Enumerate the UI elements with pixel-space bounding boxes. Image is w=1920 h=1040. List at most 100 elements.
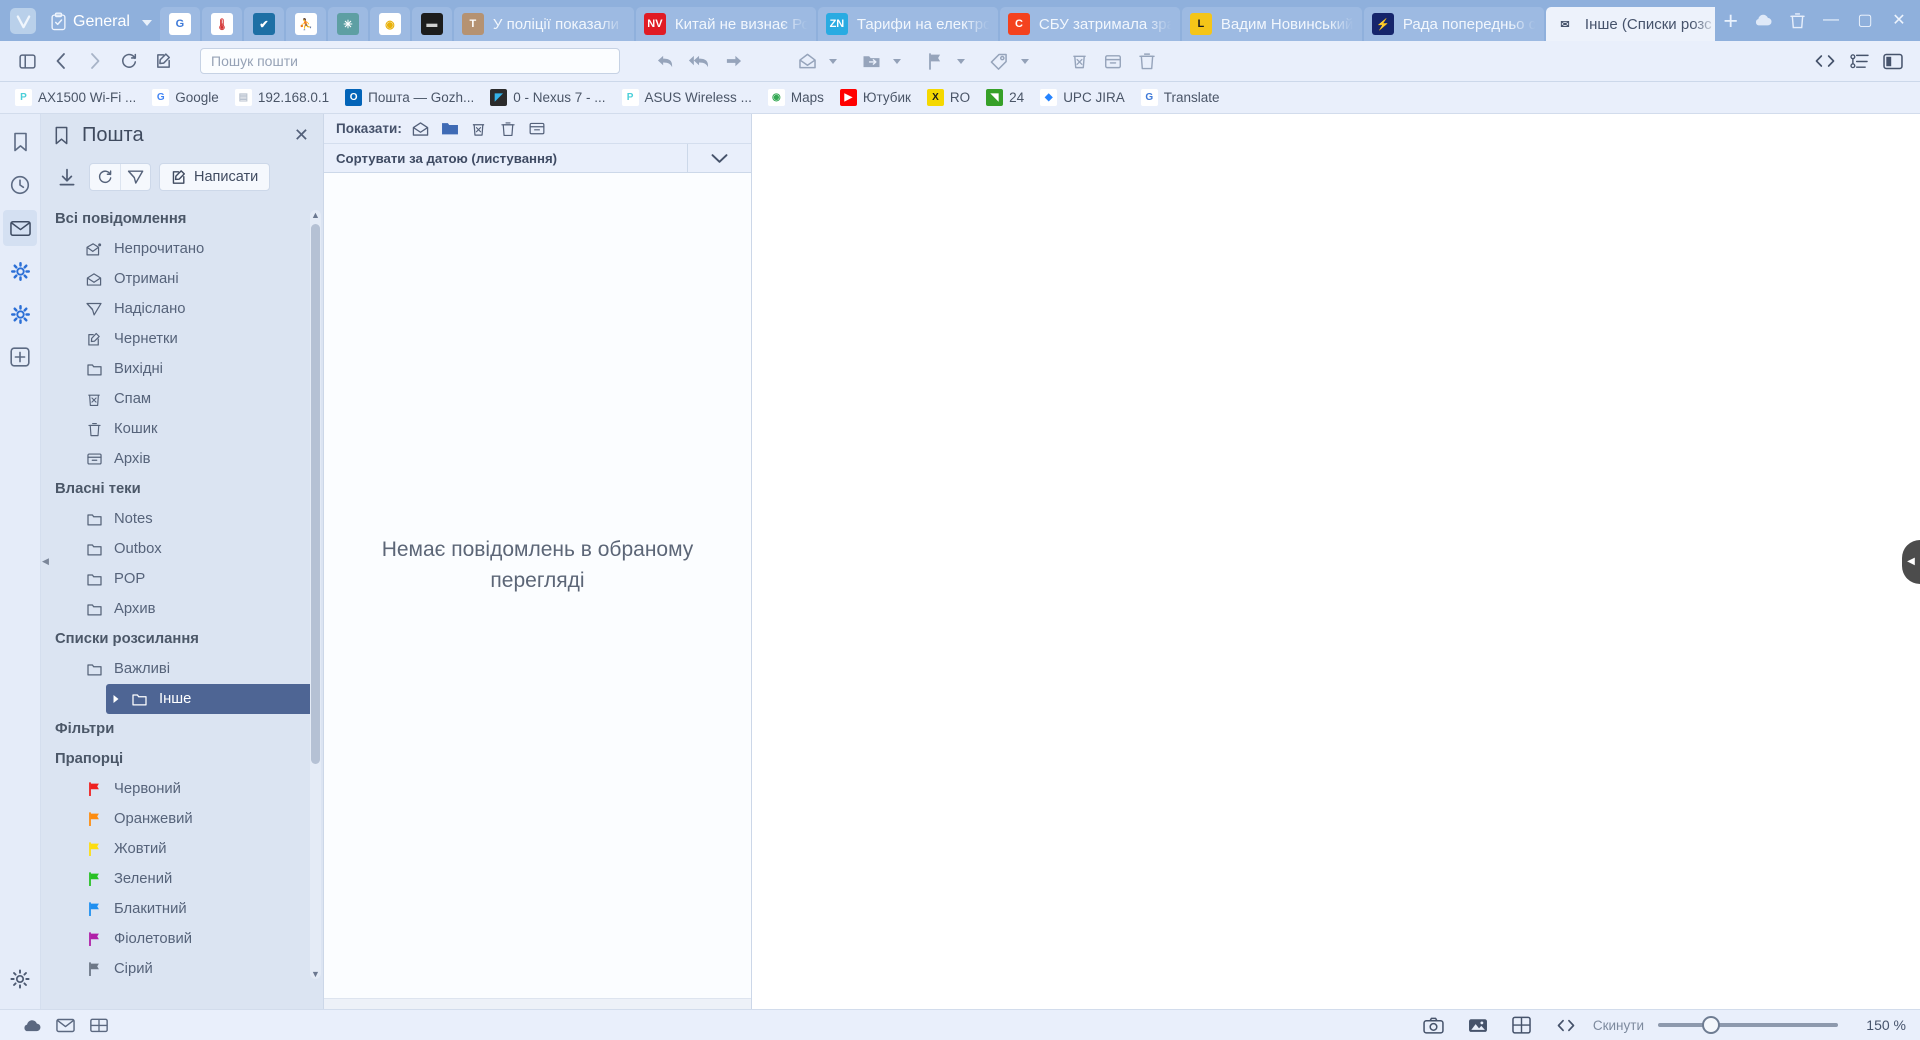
tiles-icon[interactable] — [82, 1012, 116, 1038]
forward-message-icon[interactable] — [716, 46, 750, 76]
vivaldi-logo[interactable] — [10, 8, 36, 34]
chevron-down-icon[interactable] — [687, 144, 751, 172]
image-icon[interactable] — [1461, 1012, 1495, 1038]
tile-grid-icon[interactable] — [1505, 1012, 1539, 1038]
folder-item-зелений[interactable]: Зелений — [41, 864, 318, 894]
bookmark-icon[interactable] — [53, 126, 70, 145]
spam-filter-icon[interactable] — [469, 121, 489, 137]
folder-filter-icon[interactable] — [440, 121, 460, 136]
maximize-button[interactable]: ▢ — [1848, 7, 1882, 33]
expand-triangle-icon[interactable] — [106, 694, 126, 704]
panel-toggle-icon[interactable] — [10, 46, 44, 76]
tab-5[interactable]: ⚡ Рада попередньо с — [1363, 7, 1544, 41]
cloud-icon[interactable] — [1746, 7, 1780, 33]
folder-item-outbox[interactable]: Outbox — [41, 534, 318, 564]
scroll-down-arrow[interactable]: ▼ — [310, 969, 321, 979]
right-panel-icon[interactable] — [1876, 46, 1910, 76]
move-to-folder-icon[interactable] — [854, 46, 888, 76]
move-to-folder-dropdown[interactable] — [888, 46, 906, 76]
rail-item-add-panel[interactable] — [3, 339, 37, 375]
rail-item-settings-blue[interactable] — [3, 253, 37, 289]
folder-item-червоний[interactable]: Червоний — [41, 774, 318, 804]
folder-item-спам[interactable]: Спам — [41, 384, 318, 414]
bookmark-item[interactable]: ◤ 0 - Nexus 7 - ... — [483, 86, 612, 109]
folder-item-чернетки[interactable]: Чернетки — [41, 324, 318, 354]
folder-item-фіолетовий[interactable]: Фіолетовий — [41, 924, 318, 954]
bookmark-item[interactable]: ▤ 192.168.0.1 — [228, 86, 336, 109]
tab-3[interactable]: C СБУ затримала зра — [999, 7, 1180, 41]
tab-4[interactable]: L Вадим Новинський — [1181, 7, 1362, 41]
bookmark-item[interactable]: O Пошта — Gozh... — [338, 86, 481, 109]
folder-item-архив[interactable]: Архив — [41, 594, 318, 624]
message-sort-header[interactable]: Сортувати за датою (листування) — [324, 144, 751, 173]
code-icon[interactable] — [1549, 1012, 1583, 1038]
zoom-slider-thumb[interactable] — [1702, 1016, 1720, 1034]
folder-item-блакитний[interactable]: Блакитний — [41, 894, 318, 924]
folder-item-важливі[interactable]: Важливі — [41, 654, 318, 684]
bookmark-item[interactable]: P ASUS Wireless ... — [615, 86, 759, 109]
tab-6[interactable]: ✉ Інше (Списки розс — [1545, 7, 1716, 41]
delete-icon[interactable] — [1130, 46, 1164, 76]
forward-arrow-icon[interactable] — [78, 46, 112, 76]
zoom-reset-button[interactable]: Скинути — [1593, 1018, 1644, 1033]
pinned-tab-dark-device[interactable]: ▬ — [411, 7, 452, 41]
bookmark-item[interactable]: ▶ Ютубик — [833, 86, 918, 109]
panel-scrollbar[interactable]: ▲ ▼ — [310, 210, 321, 979]
cloud-sync-icon[interactable] — [14, 1012, 48, 1038]
tag-dropdown[interactable] — [1016, 46, 1034, 76]
folder-item-pop[interactable]: POP — [41, 564, 318, 594]
reply-all-icon[interactable] — [682, 46, 716, 76]
pinned-tab-teal-star[interactable]: ✳ — [327, 7, 368, 41]
pinned-tab-orange-person[interactable]: ⛹ — [285, 7, 326, 41]
mark-spam-icon[interactable] — [1062, 46, 1096, 76]
bookmark-item[interactable]: ◆ UPC JIRA — [1033, 86, 1132, 109]
folder-item-жовтий[interactable]: Жовтий — [41, 834, 318, 864]
reply-icon[interactable] — [648, 46, 682, 76]
tab-0[interactable]: T У поліції показали — [453, 7, 634, 41]
reload-icon[interactable] — [112, 46, 146, 76]
envelope-icon[interactable] — [48, 1012, 82, 1038]
trash-filter-icon[interactable] — [498, 121, 518, 137]
compose-button[interactable]: Написати — [159, 163, 271, 191]
message-list-scrollbar[interactable] — [324, 998, 751, 1009]
folder-item-отримані[interactable]: Отримані — [41, 264, 318, 294]
rail-item-settings-blue-2[interactable] — [3, 296, 37, 332]
archive-filter-icon[interactable] — [527, 121, 547, 136]
flag-icon[interactable] — [918, 46, 952, 76]
reading-pane-handle[interactable]: ◀ — [1902, 539, 1920, 584]
scroll-up-arrow[interactable]: ▲ — [310, 210, 321, 220]
rail-item-settings[interactable] — [3, 961, 37, 997]
source-code-icon[interactable] — [1808, 46, 1842, 76]
bookmark-item[interactable]: G Translate — [1134, 86, 1227, 109]
zoom-slider[interactable] — [1658, 1016, 1838, 1034]
folder-item-notes[interactable]: Notes — [41, 504, 318, 534]
search-input[interactable] — [200, 48, 620, 74]
folder-item-кошик[interactable]: Кошик — [41, 414, 318, 444]
bookmark-item[interactable]: G Google — [145, 86, 226, 109]
page-structure-icon[interactable] — [1842, 46, 1876, 76]
panel-collapse-handle[interactable]: ◀ — [41, 549, 50, 575]
rail-item-mail[interactable] — [3, 210, 37, 246]
workspace-selector[interactable]: General — [46, 10, 156, 33]
compose-icon[interactable] — [146, 46, 180, 76]
bookmark-item[interactable]: ◥ 24 — [979, 86, 1031, 109]
folder-item-архів[interactable]: Архів — [41, 444, 318, 474]
archive-icon[interactable] — [1096, 46, 1130, 76]
mark-read-icon[interactable] — [790, 46, 824, 76]
pinned-tab-yellow-circle[interactable]: ◉ — [369, 7, 410, 41]
refresh-icon[interactable] — [90, 164, 120, 190]
tab-2[interactable]: ZN Тарифи на електро — [817, 7, 998, 41]
flag-dropdown[interactable] — [952, 46, 970, 76]
pinned-tab-thermometer[interactable]: 🌡 — [201, 7, 242, 41]
download-icon[interactable] — [53, 164, 81, 190]
send-icon[interactable] — [120, 164, 150, 190]
rail-item-history[interactable] — [3, 167, 37, 203]
close-button[interactable]: ✕ — [1882, 7, 1916, 33]
unread-filter-icon[interactable] — [411, 121, 431, 136]
back-arrow-icon[interactable] — [44, 46, 78, 76]
folder-item-інше[interactable]: Інше — [106, 684, 318, 714]
tag-icon[interactable] — [982, 46, 1016, 76]
mark-read-dropdown[interactable] — [824, 46, 842, 76]
folder-item-оранжевий[interactable]: Оранжевий — [41, 804, 318, 834]
pinned-tab-checkmark-blue[interactable]: ✔ — [243, 7, 284, 41]
